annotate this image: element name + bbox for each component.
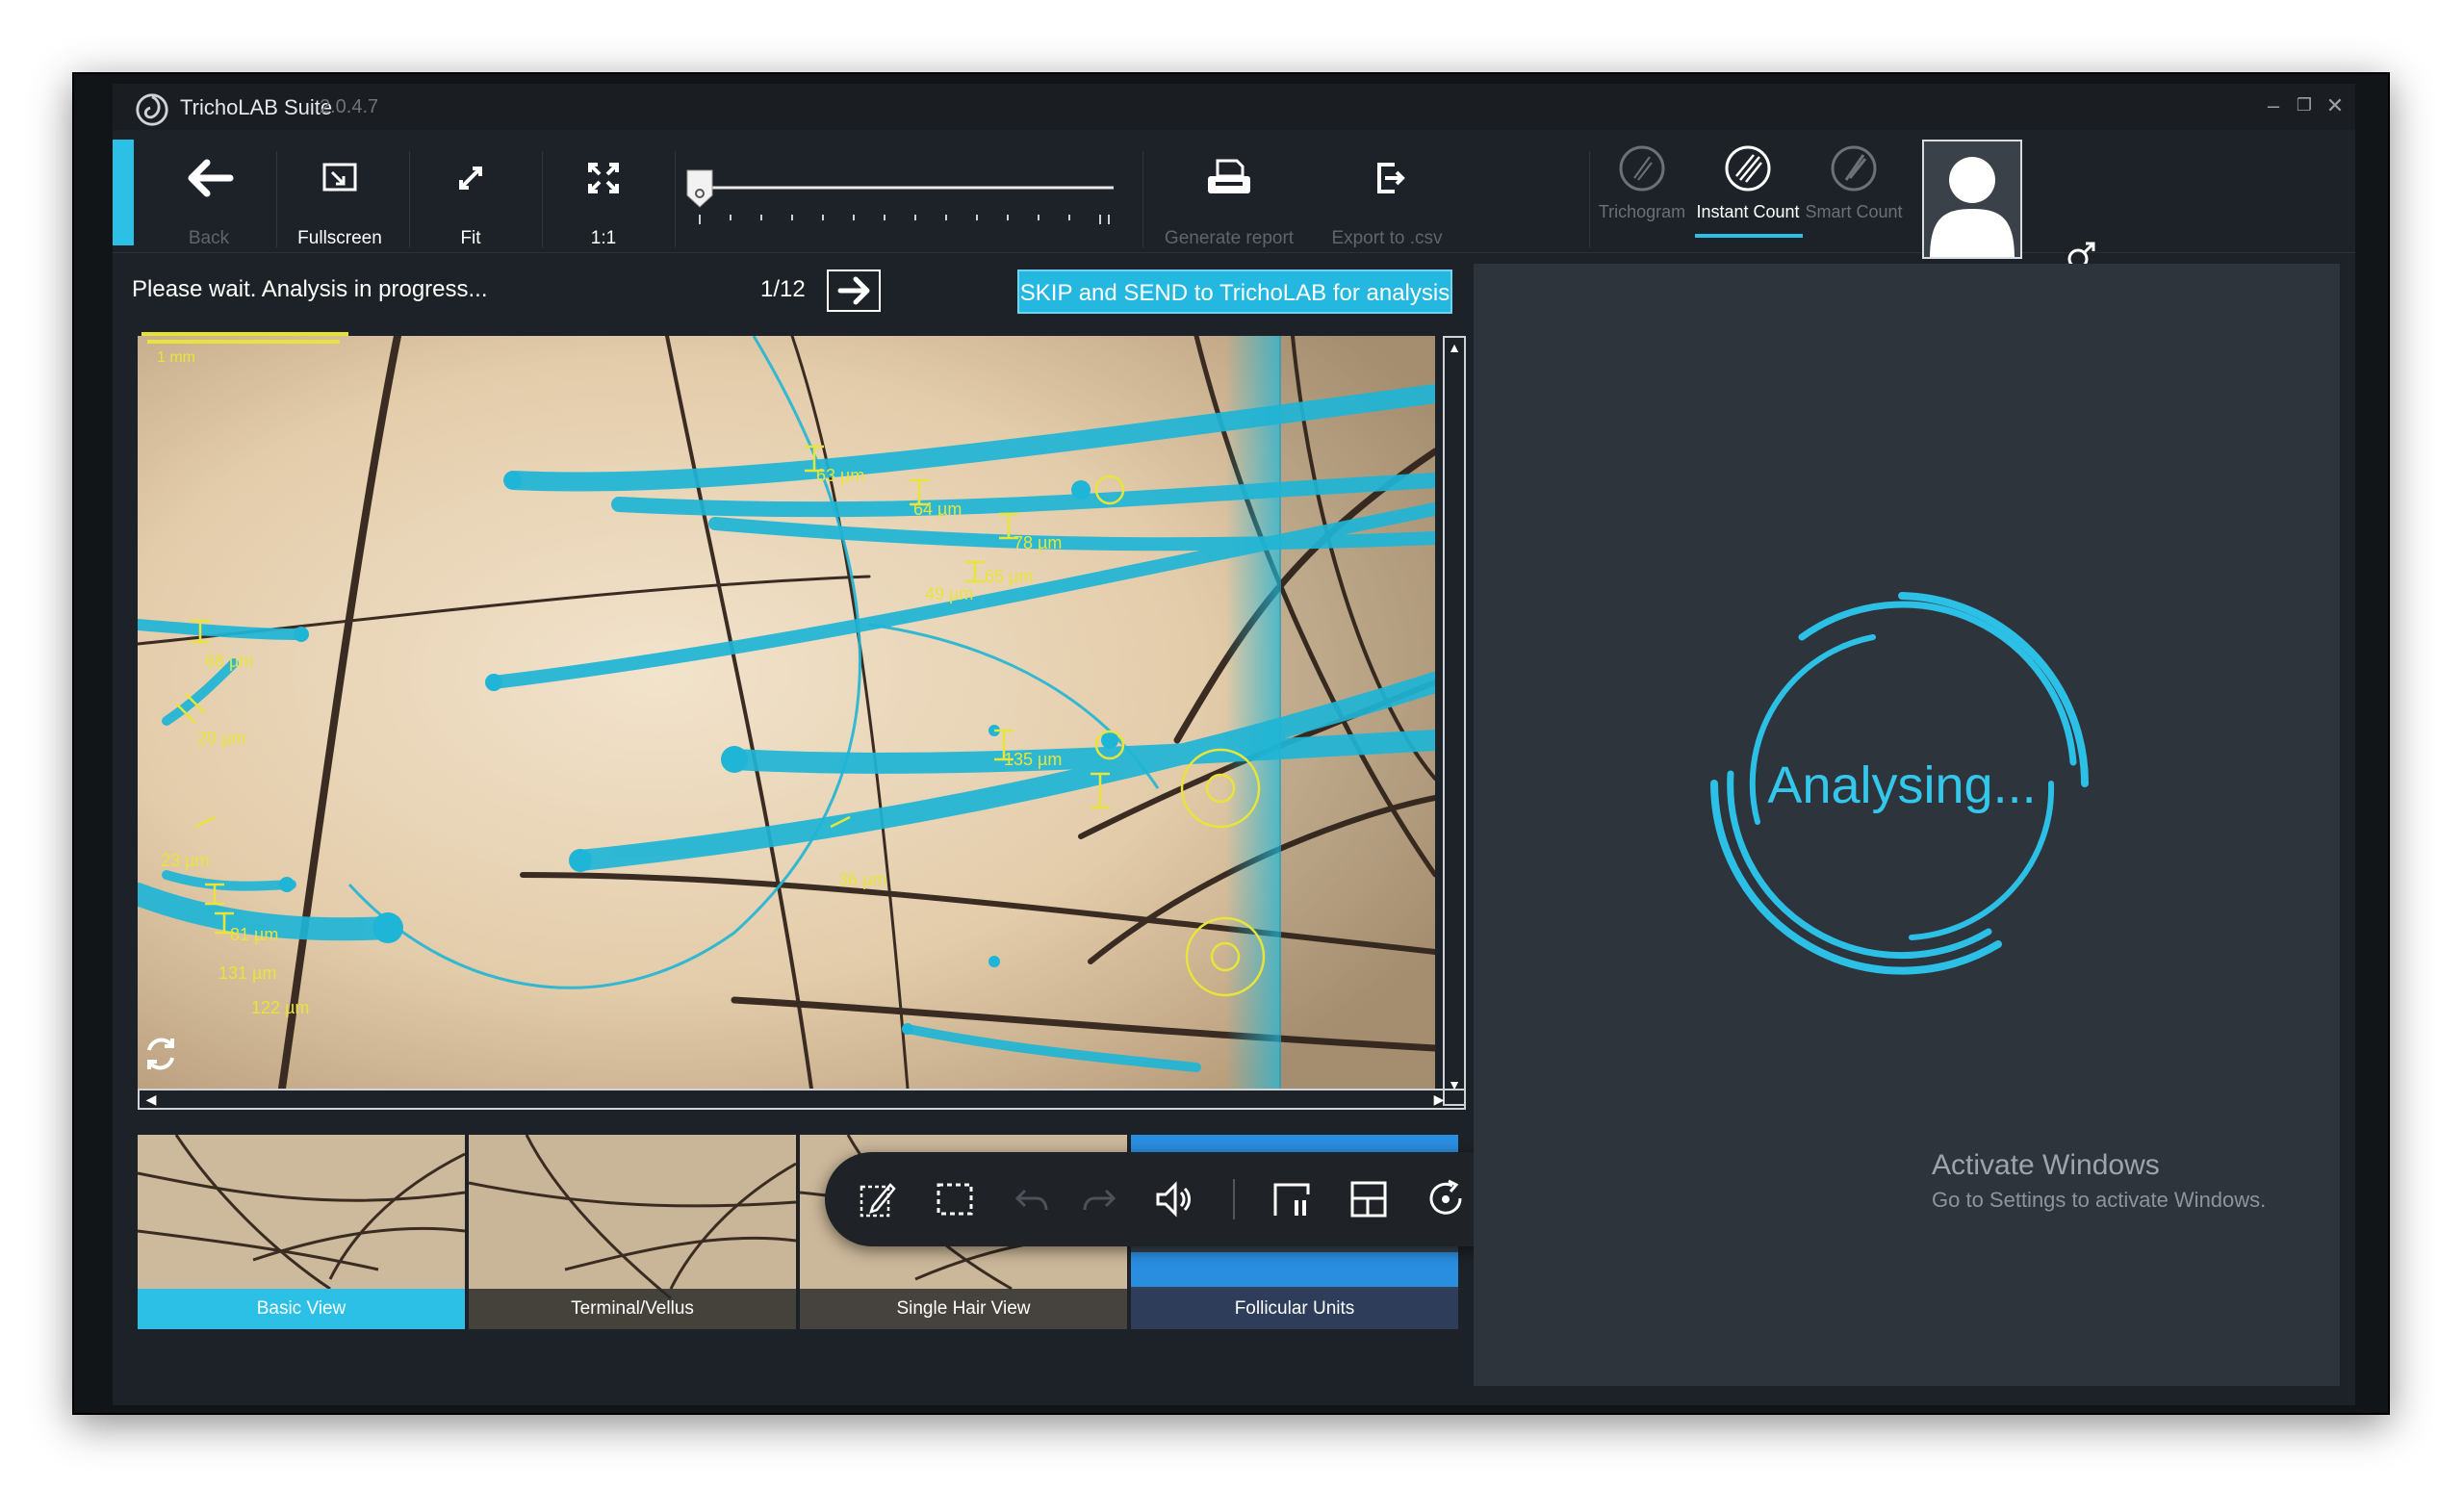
scroll-left-icon[interactable]: ◀: [141, 1091, 161, 1107]
follicular-units-label: Follicular Units: [1131, 1289, 1458, 1329]
scroll-right-icon[interactable]: ▶: [1429, 1091, 1449, 1107]
fit-label: Fit: [460, 228, 481, 248]
measurement-label: 64 µm: [913, 500, 962, 519]
measurement-label: 65 µm: [985, 567, 1034, 586]
analysis-status-text: Please wait. Analysis in progress...: [132, 276, 488, 302]
mode-smart-count[interactable]: Smart Count: [1801, 143, 1907, 222]
scale-bar-label: 1 mm: [157, 349, 195, 366]
layout-icon[interactable]: [1347, 1177, 1391, 1221]
measurement-label: 131 µm: [218, 963, 277, 983]
rotate-image-icon[interactable]: [141, 1033, 180, 1075]
smart-count-label: Smart Count: [1805, 202, 1903, 221]
measurement-label: 23 µm: [161, 851, 210, 870]
analysing-status-text: Analysing...: [1767, 757, 2037, 814]
export-csv-label: Export to .csv: [1331, 228, 1443, 248]
main-toolbar: Back Fullscreen Fit 1:1 Generate report …: [113, 130, 2355, 259]
close-window-button[interactable]: ✕: [2321, 93, 2349, 118]
export-icon: [1377, 163, 1405, 193]
fit-button[interactable]: Fit: [413, 147, 528, 248]
scroll-up-icon[interactable]: ▲: [1445, 340, 1464, 355]
page-counter: 1/12: [760, 276, 806, 302]
restore-button[interactable]: ❐: [2290, 95, 2319, 115]
app-version: 2.0.4.7: [320, 96, 379, 117]
measurement-label: 68 µm: [205, 652, 254, 671]
app-window: TrichoLAB Suite 2.0.4.7 – ❐ ✕ Back Fulls…: [113, 84, 2355, 1405]
generate-report-button[interactable]: Generate report: [1152, 147, 1306, 248]
measurement-label: 20 µm: [197, 729, 246, 748]
generate-report-label: Generate report: [1164, 228, 1295, 248]
volume-icon[interactable]: [1152, 1177, 1196, 1221]
next-image-button[interactable]: [827, 269, 881, 312]
pause-screen-icon[interactable]: [1270, 1177, 1314, 1221]
measurement-label: 135 µm: [1004, 750, 1063, 769]
app-title: TrichoLAB Suite: [180, 95, 333, 119]
measurement-label: 122 µm: [251, 998, 310, 1017]
undo-icon[interactable]: [1010, 1177, 1054, 1221]
trichogram-icon: [1619, 145, 1665, 192]
monitor-frame: TrichoLAB Suite 2.0.4.7 – ❐ ✕ Back Fulls…: [72, 72, 2390, 1415]
view-thumbnail-terminal-vellus[interactable]: Terminal/Vellus: [469, 1135, 796, 1329]
edit-annotation-icon[interactable]: [856, 1177, 900, 1221]
measurement-label: 81 µm: [230, 925, 279, 944]
activate-windows-title: Activate Windows: [1932, 1149, 2160, 1181]
smart-count-icon: [1831, 145, 1877, 192]
horizontal-scrollbar[interactable]: ◀ ▶: [138, 1089, 1466, 1110]
measurement-label: 78 µm: [1014, 533, 1063, 552]
fullscreen-button[interactable]: Fullscreen: [282, 147, 398, 248]
back-button[interactable]: Back: [151, 147, 267, 248]
measurement-label: 36 µm: [838, 870, 887, 889]
actual-size-icon: [588, 163, 619, 193]
mode-instant-count[interactable]: Instant Count: [1695, 143, 1801, 222]
measurement-label: 49 µm: [925, 584, 974, 603]
refresh-icon[interactable]: [1424, 1177, 1468, 1221]
back-label: Back: [188, 228, 230, 248]
terminal-vellus-label: Terminal/Vellus: [469, 1289, 796, 1329]
active-mode-indicator: [1695, 234, 1803, 238]
person-silhouette-icon: [1930, 157, 2015, 257]
view-thumbnail-basic[interactable]: Basic View: [138, 1135, 465, 1329]
fullscreen-icon: [322, 163, 357, 192]
trichogram-label: Trichogram: [1598, 202, 1686, 221]
trichoscopy-image[interactable]: 1 mm 63 µm 64 µm 78 µm 65 µm 49 µm 68 µm…: [138, 336, 1435, 1089]
patient-avatar[interactable]: [1922, 140, 2022, 259]
analysis-panel: Analysing... Activate Windows Go to Sett…: [1474, 264, 2340, 1386]
selection-rectangle-icon[interactable]: [933, 1177, 977, 1221]
accent-strip: [113, 140, 134, 245]
scalp-image-canvas: [138, 336, 1435, 1089]
fullscreen-label: Fullscreen: [297, 228, 382, 248]
printer-icon: [1208, 159, 1250, 193]
redo-icon[interactable]: [1077, 1177, 1121, 1221]
activate-windows-subtitle: Go to Settings to activate Windows.: [1932, 1188, 2267, 1212]
zoom-slider[interactable]: [685, 168, 1118, 236]
measurement-label: 63 µm: [816, 466, 865, 485]
export-csv-button[interactable]: Export to .csv: [1310, 147, 1464, 248]
single-hair-view-label: Single Hair View: [800, 1289, 1127, 1329]
basic-view-label: Basic View: [138, 1289, 465, 1329]
back-arrow-icon: [188, 159, 234, 197]
vertical-scrollbar[interactable]: ▲ ▼: [1443, 336, 1466, 1106]
mode-trichogram[interactable]: Trichogram: [1589, 143, 1695, 222]
minimize-button[interactable]: –: [2259, 93, 2288, 118]
app-logo-icon: [136, 93, 168, 126]
instant-count-icon: [1725, 145, 1771, 192]
one-to-one-button[interactable]: 1:1: [546, 147, 661, 248]
arrow-right-icon: [837, 276, 870, 305]
title-bar: TrichoLAB Suite 2.0.4.7 – ❐ ✕: [113, 84, 2355, 130]
fit-icon: [459, 167, 482, 190]
skip-and-send-button[interactable]: SKIP and SEND to TrichoLAB for analysis: [1017, 269, 1452, 314]
one-to-one-label: 1:1: [590, 228, 617, 248]
instant-count-label: Instant Count: [1696, 202, 1800, 221]
